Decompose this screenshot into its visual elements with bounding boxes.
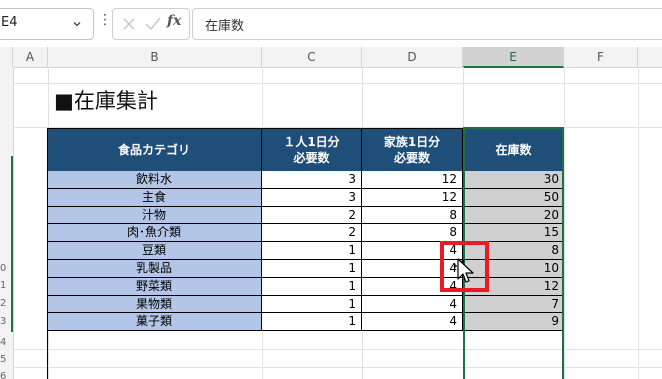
stock-cell[interactable]: 9 xyxy=(463,313,564,332)
column-headers: A B C D E F xyxy=(0,47,662,68)
gridline xyxy=(13,83,662,84)
category-cell[interactable]: 主食 xyxy=(47,188,262,207)
column-header-a[interactable]: A xyxy=(13,47,48,67)
row-selection-indicator xyxy=(11,156,13,332)
name-box[interactable]: E4 xyxy=(0,8,94,40)
family-cell[interactable]: 12 xyxy=(362,171,463,189)
stock-cell[interactable]: 50 xyxy=(463,188,564,207)
family-cell[interactable]: 4 xyxy=(362,295,463,314)
gridline xyxy=(564,67,565,379)
cancel-icon[interactable] xyxy=(119,13,139,35)
sheet-title[interactable]: ■在庫集計 xyxy=(54,85,158,115)
column-header-d[interactable]: D xyxy=(362,47,463,67)
formula-bar: E4 ⋮ fx 在庫数 xyxy=(0,0,662,47)
family-cell[interactable]: 12 xyxy=(362,188,463,207)
worksheet[interactable]: A B C D E F 0 1 2 3 4 5 6 ■在庫集計 食品カテゴリ １… xyxy=(0,47,662,379)
per-person-cell[interactable]: 1 xyxy=(262,260,362,278)
stock-cell[interactable]: 15 xyxy=(463,224,564,243)
family-cell[interactable]: 8 xyxy=(362,206,463,225)
formula-value: 在庫数 xyxy=(205,19,245,34)
formula-buttons: fx xyxy=(112,8,190,40)
family-cell[interactable]: 8 xyxy=(362,224,463,243)
per-person-cell[interactable]: 2 xyxy=(262,224,362,243)
category-cell[interactable]: 乳製品 xyxy=(47,260,262,278)
row-header-16[interactable]: 6 xyxy=(0,371,12,379)
per-person-cell[interactable]: 1 xyxy=(262,313,362,332)
per-person-cell[interactable]: 3 xyxy=(262,188,362,207)
category-cell[interactable]: 豆類 xyxy=(47,242,262,260)
chevron-down-icon[interactable] xyxy=(73,20,81,28)
column-header-b[interactable]: B xyxy=(48,47,262,67)
family-cell[interactable]: 4 xyxy=(362,313,463,332)
header-stock[interactable]: 在庫数 xyxy=(463,128,564,171)
column-header-e[interactable]: E xyxy=(463,47,564,68)
more-options-icon[interactable]: ⋮ xyxy=(98,12,112,28)
gridline xyxy=(638,67,639,379)
header-per-person[interactable]: １人1日分 必要数 xyxy=(262,128,362,171)
stock-cell[interactable]: 30 xyxy=(463,171,564,189)
category-cell[interactable]: 果物類 xyxy=(47,295,262,314)
per-person-cell[interactable]: 1 xyxy=(262,295,362,314)
formula-input[interactable]: 在庫数 xyxy=(192,8,662,40)
category-cell[interactable]: 菓子類 xyxy=(47,313,262,332)
per-person-cell[interactable]: 1 xyxy=(262,277,362,296)
header-family[interactable]: 家族1日分 必要数 xyxy=(362,128,463,171)
move-cursor-icon xyxy=(453,258,474,283)
per-person-cell[interactable]: 3 xyxy=(262,171,362,189)
select-all-corner[interactable] xyxy=(0,47,13,67)
category-cell[interactable]: 飲料水 xyxy=(47,171,262,189)
stock-cell[interactable]: 7 xyxy=(463,295,564,314)
category-cell[interactable]: 野菜類 xyxy=(47,277,262,296)
header-food-category[interactable]: 食品カテゴリ xyxy=(47,128,262,171)
row-header-15[interactable]: 5 xyxy=(0,354,12,365)
category-cell[interactable]: 汁物 xyxy=(47,206,262,225)
stock-cell[interactable]: 20 xyxy=(463,206,564,225)
category-cell[interactable]: 肉･魚介類 xyxy=(47,224,262,243)
per-person-cell[interactable]: 1 xyxy=(262,242,362,260)
column-header-f[interactable]: F xyxy=(564,47,638,67)
name-box-value: E4 xyxy=(1,15,18,30)
row-header-14[interactable]: 4 xyxy=(0,337,12,348)
per-person-cell[interactable]: 2 xyxy=(262,206,362,225)
enter-icon[interactable] xyxy=(143,13,163,35)
column-header-c[interactable]: C xyxy=(262,47,362,67)
insert-function-button[interactable]: fx xyxy=(167,13,181,29)
